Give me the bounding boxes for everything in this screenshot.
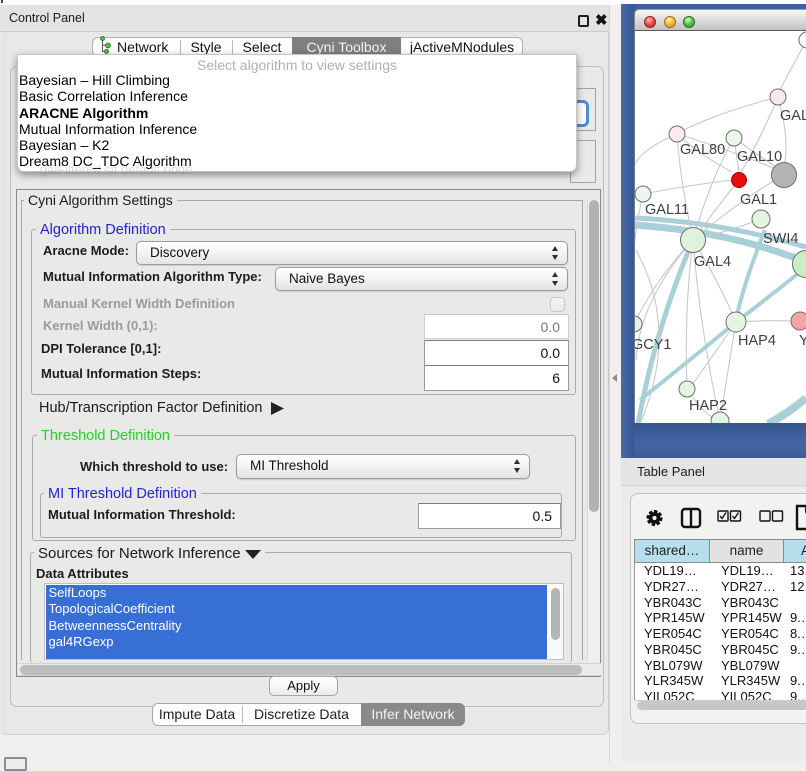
svg-text:SWI4: SWI4 [763, 231, 798, 247]
svg-text:GAL1: GAL1 [740, 192, 777, 208]
svg-text:HAP4: HAP4 [738, 333, 776, 349]
svg-text:HAP2: HAP2 [689, 398, 727, 414]
svg-text:GAL7: GAL7 [780, 108, 806, 124]
svg-text:GAL10: GAL10 [737, 149, 782, 165]
svg-text:YJ: YJ [799, 333, 806, 349]
svg-text:GAL11: GAL11 [645, 202, 689, 218]
svg-text:GAL4: GAL4 [694, 254, 731, 270]
svg-text:GCY1: GCY1 [634, 337, 672, 353]
svg-text:GAL80: GAL80 [680, 142, 725, 158]
